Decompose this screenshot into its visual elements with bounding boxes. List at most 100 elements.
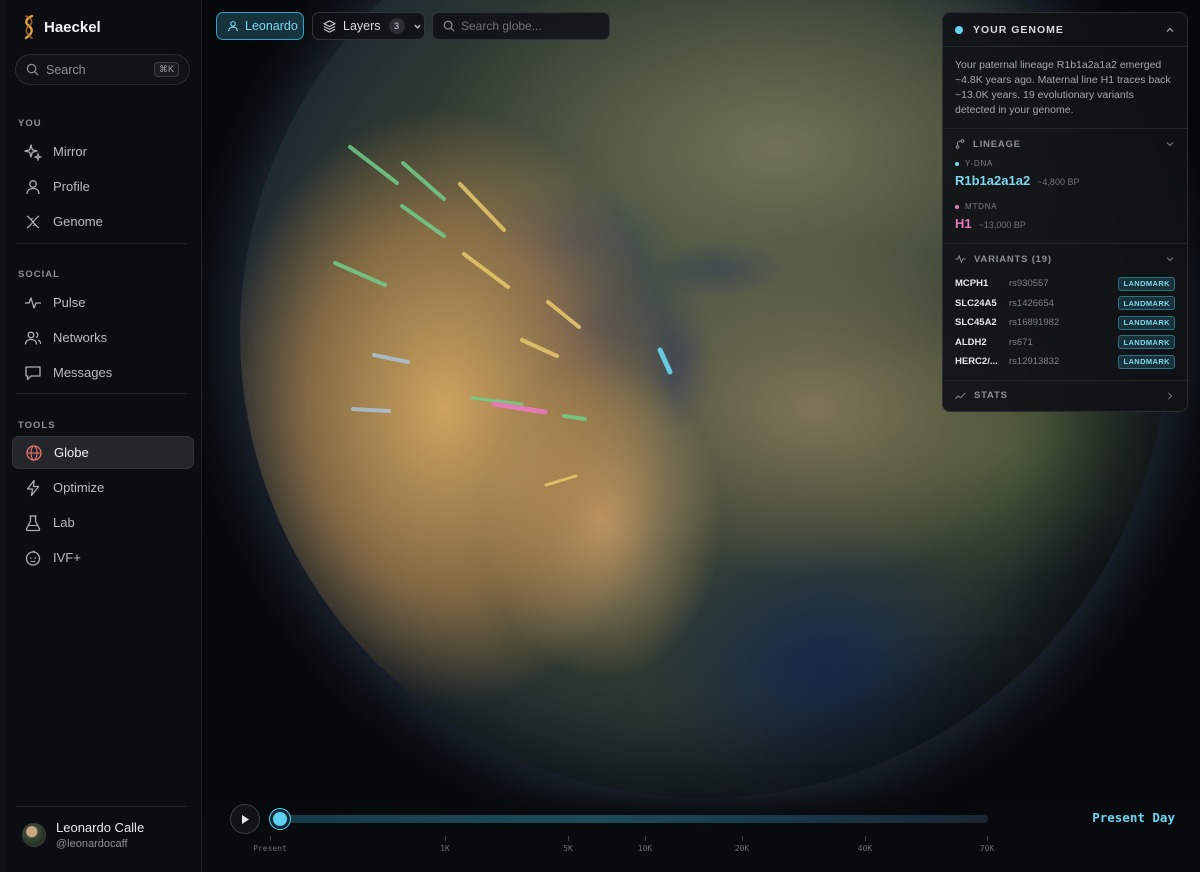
landmark-badge: LANDMARK bbox=[1118, 296, 1175, 311]
section-label-tools: TOOLS bbox=[18, 420, 56, 431]
variant-row[interactable]: SLC45A2 rs16891982 LANDMARK bbox=[943, 313, 1187, 333]
user-filter-pill[interactable]: Leonardo bbox=[216, 12, 304, 40]
sparkles-icon bbox=[24, 143, 42, 161]
sidebar-item-lab[interactable]: Lab bbox=[12, 506, 194, 539]
baby-icon bbox=[25, 550, 41, 566]
user-icon bbox=[228, 21, 238, 32]
layers-dropdown[interactable]: Layers 3 bbox=[312, 12, 425, 40]
sidebar-item-ivf[interactable]: IVF+ bbox=[12, 541, 194, 574]
sidebar-item-label: Networks bbox=[53, 330, 108, 345]
timeline: Present 1K 5K 10K 20K 40K 70K Present Da… bbox=[202, 790, 1200, 872]
genome-panel-header[interactable]: YOUR GENOME bbox=[943, 13, 1187, 47]
variant-rsid: rs12913832 bbox=[1009, 356, 1060, 368]
migration-arc bbox=[657, 347, 673, 375]
stats-title: STATS bbox=[974, 390, 1008, 401]
sidebar-item-label: Messages bbox=[53, 365, 113, 380]
mtdna-dot bbox=[955, 204, 959, 209]
lineage-title: LINEAGE bbox=[973, 138, 1021, 150]
play-icon bbox=[242, 814, 249, 824]
mtdna-label-row: MTDNA bbox=[943, 202, 1187, 211]
globe-view[interactable]: Leonardo Layers 3 YOUR GENOME Your pater… bbox=[202, 0, 1200, 872]
timeline-tick bbox=[445, 836, 446, 841]
user-icon bbox=[26, 179, 40, 194]
ydna-label: Y-DNA bbox=[965, 159, 994, 168]
globe-search[interactable] bbox=[432, 12, 610, 40]
search-icon bbox=[443, 20, 455, 32]
ydna-value: R1b1a2a1a2 bbox=[955, 173, 1031, 188]
migration-arc bbox=[333, 261, 387, 287]
sidebar-search-placeholder: Search bbox=[46, 62, 86, 77]
sidebar-item-mirror[interactable]: Mirror bbox=[12, 135, 194, 168]
timeline-tick-label: 10K bbox=[637, 844, 653, 853]
landmark-badge: LANDMARK bbox=[1118, 315, 1175, 330]
sidebar-divider bbox=[16, 243, 187, 244]
dna-icon bbox=[26, 214, 40, 229]
mtdna-haplogroup[interactable]: H1 ~13,000 BP bbox=[943, 216, 1187, 231]
chevron-up-icon[interactable] bbox=[1165, 25, 1175, 35]
sidebar-item-networks[interactable]: Networks bbox=[12, 321, 194, 354]
sidebar: Haeckel Search ⌘K YOU Mirror Profile Gen… bbox=[6, 0, 202, 872]
variant-row[interactable]: SLC24A5 rs1426654 LANDMARK bbox=[943, 294, 1187, 314]
sidebar-item-profile[interactable]: Profile bbox=[12, 170, 194, 203]
mtdna-value: H1 bbox=[955, 216, 972, 231]
timeline-tick-label: Present bbox=[253, 844, 287, 853]
timeline-track[interactable] bbox=[280, 815, 988, 823]
sidebar-item-optimize[interactable]: Optimize bbox=[12, 471, 194, 504]
variant-rsid: rs1426654 bbox=[1009, 297, 1054, 309]
pulse-icon bbox=[25, 296, 41, 309]
landmark-badge: LANDMARK bbox=[1118, 354, 1175, 369]
chart-icon bbox=[955, 391, 966, 399]
bolt-icon bbox=[26, 479, 40, 496]
timeline-tick bbox=[865, 836, 866, 841]
play-button[interactable] bbox=[230, 804, 260, 834]
sidebar-item-genome[interactable]: Genome bbox=[12, 205, 194, 238]
search-icon bbox=[26, 63, 39, 76]
sidebar-item-messages[interactable]: Messages bbox=[12, 356, 194, 389]
variant-row[interactable]: HERC2/... rs12913832 LANDMARK bbox=[943, 352, 1187, 372]
sidebar-item-pulse[interactable]: Pulse bbox=[12, 286, 194, 319]
mtdna-age: ~13,000 BP bbox=[978, 220, 1026, 230]
sidebar-divider bbox=[16, 806, 187, 807]
timeline-tick bbox=[270, 836, 271, 841]
variant-row[interactable]: MCPH1 rs930557 LANDMARK bbox=[943, 274, 1187, 294]
globe-search-input[interactable] bbox=[461, 19, 601, 33]
migration-arc bbox=[458, 182, 506, 232]
timeline-tick-label: 5K bbox=[563, 844, 573, 853]
sidebar-item-label: Pulse bbox=[53, 295, 86, 310]
sidebar-item-label: Optimize bbox=[53, 480, 105, 495]
chevron-down-icon bbox=[1166, 257, 1174, 262]
genome-panel-title: YOUR GENOME bbox=[973, 23, 1064, 36]
timeline-thumb[interactable] bbox=[270, 809, 290, 829]
sidebar-item-label: Mirror bbox=[53, 144, 87, 159]
migration-arc bbox=[562, 414, 587, 421]
brand[interactable]: Haeckel bbox=[22, 14, 101, 40]
genome-summary: Your paternal lineage R1b1a2a1a2 emerged… bbox=[943, 47, 1187, 129]
sidebar-search[interactable]: Search ⌘K bbox=[15, 54, 190, 85]
pulse-icon bbox=[955, 254, 966, 264]
variant-gene: SLC45A2 bbox=[955, 317, 997, 329]
layers-icon bbox=[323, 19, 336, 33]
chevron-down-icon bbox=[1166, 142, 1174, 147]
mtdna-label: MTDNA bbox=[965, 202, 998, 211]
migration-arc bbox=[546, 300, 581, 329]
lineage-section-header[interactable]: LINEAGE bbox=[943, 129, 1187, 159]
migration-arc bbox=[462, 252, 510, 289]
migration-arc bbox=[372, 353, 410, 364]
sidebar-item-label: Globe bbox=[54, 445, 89, 460]
ydna-haplogroup[interactable]: R1b1a2a1a2 ~4,800 BP bbox=[943, 173, 1187, 188]
stats-section-header[interactable]: STATS bbox=[943, 381, 1187, 411]
variant-row[interactable]: ALDH2 rs671 LANDMARK bbox=[943, 333, 1187, 353]
sidebar-item-label: Lab bbox=[53, 515, 75, 530]
migration-arc bbox=[401, 161, 446, 201]
variant-gene: SLC24A5 bbox=[955, 297, 997, 309]
haeckel-logo-icon bbox=[24, 14, 34, 40]
ydna-dot bbox=[955, 161, 959, 166]
timeline-tick-label: 70K bbox=[979, 844, 995, 853]
sidebar-item-globe[interactable]: Globe bbox=[12, 436, 194, 469]
user-profile[interactable]: Leonardo Calle @leonardocaff bbox=[22, 820, 144, 850]
variants-section-header[interactable]: VARIANTS (19) bbox=[943, 244, 1187, 274]
timeline-tick bbox=[568, 836, 569, 841]
sidebar-item-label: Profile bbox=[53, 179, 90, 194]
variants-title: VARIANTS (19) bbox=[974, 253, 1052, 265]
variant-gene: MCPH1 bbox=[955, 278, 989, 290]
